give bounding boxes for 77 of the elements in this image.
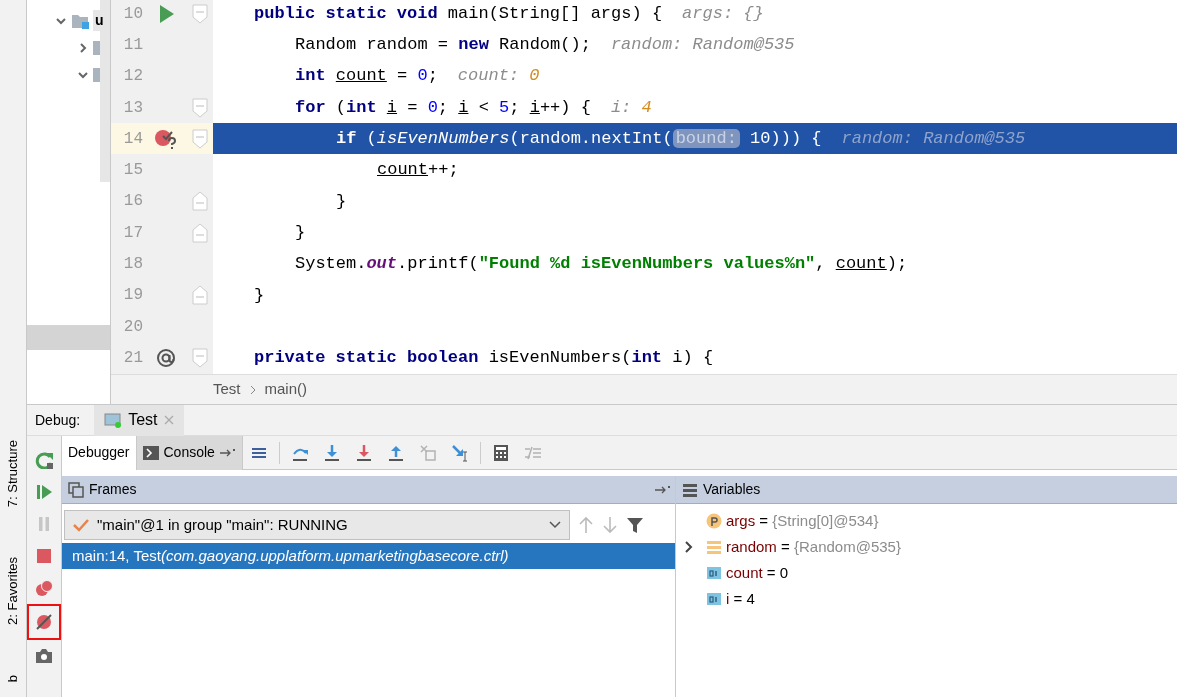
chevron-right-icon	[248, 384, 257, 395]
variable-entry[interactable]: random = {Random@535}	[726, 535, 901, 559]
code-line: count++;	[377, 159, 459, 182]
drop-frame-icon	[418, 443, 437, 462]
variables-icon	[682, 481, 698, 498]
line-number: 19	[122, 285, 143, 307]
variable-entry[interactable]: args = {String[0]@534}	[726, 509, 879, 533]
line-number: 10	[122, 3, 143, 25]
check-icon	[73, 518, 89, 532]
chevron-right-icon[interactable]	[77, 41, 89, 54]
session-icon	[104, 412, 123, 428]
line-number: 16	[122, 191, 143, 213]
pane-title: Frames	[89, 480, 137, 499]
line-number: 11	[122, 34, 143, 56]
panel-tab[interactable]: Debugger	[62, 435, 137, 470]
close-icon[interactable]	[163, 415, 174, 425]
code-line: int count = 0; count: 0	[295, 65, 540, 88]
tool-window-label[interactable]: b	[3, 675, 23, 683]
console-icon	[142, 444, 159, 461]
code-line: Random random = new Random(); random: Random@535	[295, 34, 795, 57]
tool-window-label[interactable]: 7: Structure	[3, 440, 23, 508]
breadcrumb-item[interactable]: Test	[213, 378, 241, 401]
resume-icon	[35, 483, 53, 501]
stack-frame-row[interactable]: main:14, Test(com.gaoyang.upplatform.upmarketingbasecore.ctrl)	[62, 543, 675, 569]
code-line: }	[336, 190, 347, 213]
primitive-icon	[706, 565, 722, 581]
calculator-icon	[491, 443, 510, 462]
breakpoints-icon	[35, 579, 53, 597]
folder-icon	[71, 12, 89, 29]
code-line: System.out.printf("Found %d isEvenNumbers values%n", count);	[295, 253, 908, 276]
session-tab[interactable]: Test	[94, 404, 184, 436]
code-line: private static boolean isEvenNumbers(int i) {	[254, 347, 714, 370]
line-number: 14	[122, 128, 143, 150]
panel-title: Debug:	[35, 410, 81, 430]
breakpoint-icon[interactable]	[154, 127, 178, 150]
variable-entry[interactable]: count = 0	[726, 561, 789, 585]
line-number: 15	[122, 160, 143, 182]
pane-title: Variables	[703, 480, 761, 499]
line-number: 12	[122, 66, 143, 88]
primitive-icon	[706, 591, 722, 607]
line-number: 21	[122, 347, 143, 369]
run-icon[interactable]	[157, 3, 175, 24]
breadcrumb-item[interactable]: main()	[264, 378, 308, 401]
tree-item-label[interactable]: u	[93, 10, 106, 31]
stop-icon	[35, 547, 53, 565]
pin-icon[interactable]	[655, 484, 671, 495]
pin-icon[interactable]	[219, 447, 236, 458]
at-sign-icon[interactable]	[156, 347, 176, 368]
thread-dropdown[interactable]: "main"@1 in group "main": RUNNING	[64, 510, 570, 540]
code-line: public static void main(String[] args) { args: {}	[254, 2, 764, 25]
tool-window-label[interactable]: 2: Favorites	[3, 557, 23, 626]
line-number: 18	[122, 254, 143, 275]
up-arrow-icon[interactable]	[578, 516, 594, 534]
step-into-icon	[322, 443, 341, 462]
down-arrow-icon[interactable]	[602, 516, 618, 534]
panel-tab[interactable]: Console	[136, 435, 243, 470]
camera-icon	[35, 647, 53, 665]
run-to-cursor-icon	[450, 443, 469, 462]
code-line: for (int i = 0; i < 5; i++) { i: 4	[295, 96, 652, 119]
chevron-down-icon	[549, 521, 561, 529]
code-line: if (isEvenNumbers(random.nextInt( bound: 10))) { random: Random@535	[336, 128, 1026, 151]
field-icon	[706, 539, 722, 555]
highlighted-button[interactable]	[27, 604, 61, 640]
code-line: }	[254, 284, 265, 307]
line-number: 13	[122, 97, 143, 119]
filter-icon[interactable]	[626, 516, 644, 534]
variable-entry[interactable]: i = 4	[726, 587, 755, 611]
line-number: 17	[122, 222, 143, 244]
force-step-into-icon	[354, 443, 373, 462]
rerun-icon	[35, 451, 53, 469]
mute-breakpoints-icon	[35, 613, 53, 631]
parameter-icon	[706, 513, 722, 529]
chevron-right-icon[interactable]	[684, 541, 694, 553]
line-number: 20	[122, 316, 143, 338]
step-out-icon	[386, 443, 405, 462]
code-line: }	[295, 221, 306, 244]
frames-icon	[68, 481, 84, 498]
